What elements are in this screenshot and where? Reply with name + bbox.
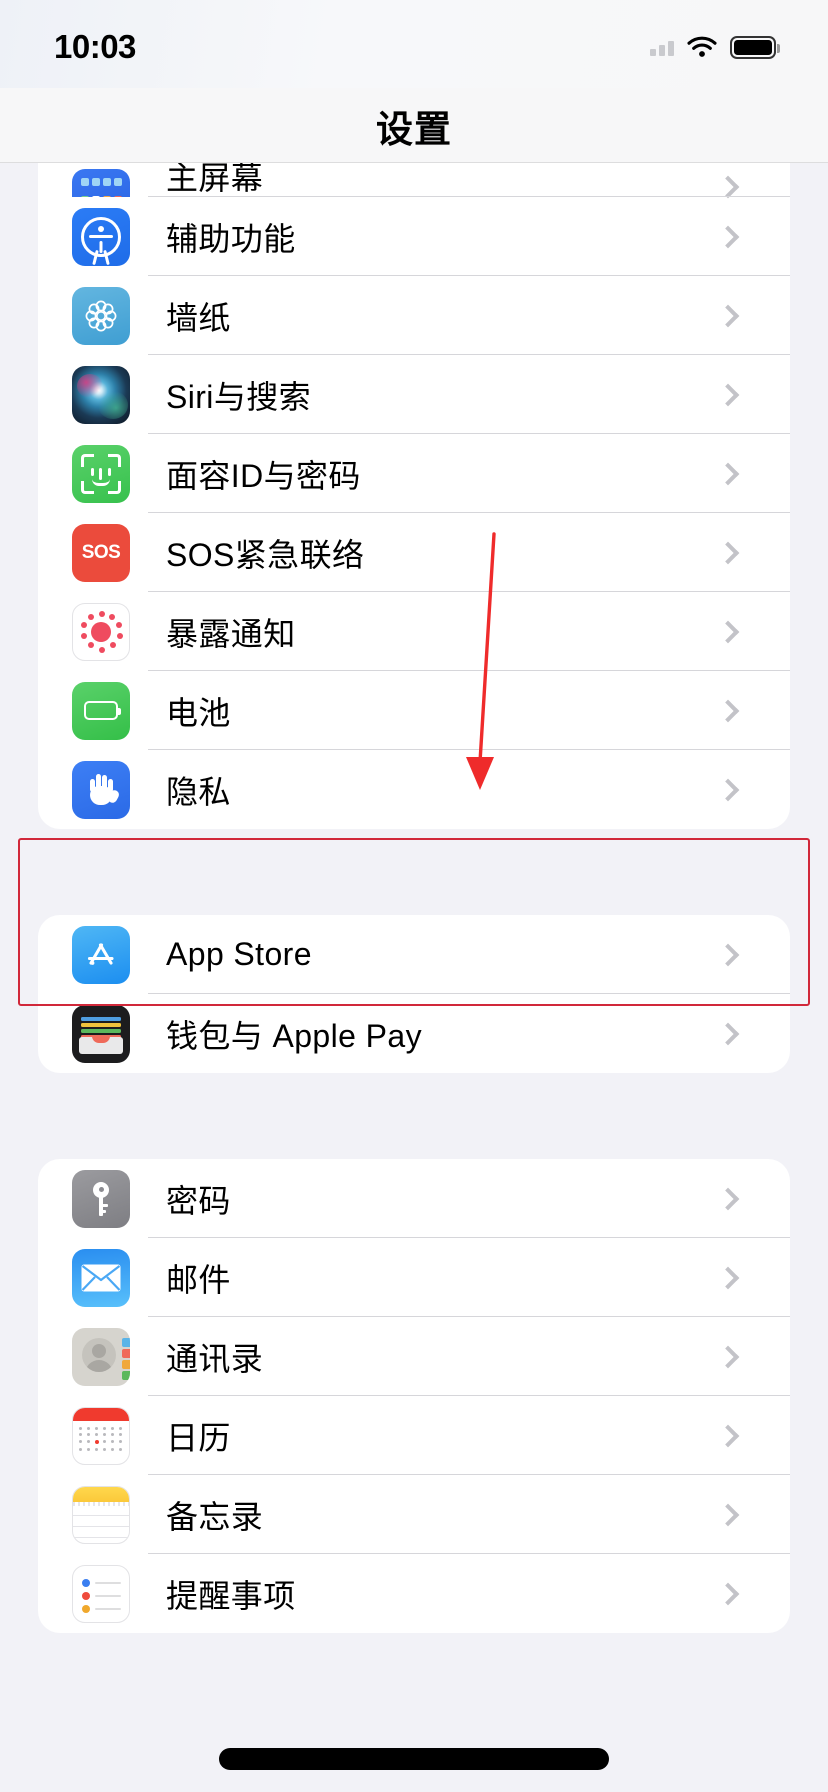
settings-row-mail[interactable]: 邮件 [38, 1238, 790, 1317]
settings-row-label: 电池 [166, 694, 231, 731]
passwords-key-icon [72, 1169, 130, 1228]
battery-settings-icon [72, 681, 130, 740]
store-section: App Store 钱包与 Apple Pay [38, 915, 790, 1073]
settings-row-label: 备忘录 [166, 1498, 264, 1535]
settings-row-privacy[interactable]: 隐私 [38, 750, 790, 829]
settings-row-app-store[interactable]: App Store [38, 915, 790, 994]
notes-icon [72, 1485, 130, 1544]
chevron-right-icon [716, 1345, 740, 1368]
settings-row-home-screen[interactable]: 主屏幕 [38, 163, 790, 199]
settings-row-exposure-notifications[interactable]: 暴露通知 [38, 592, 790, 671]
settings-row-battery[interactable]: 电池 [38, 671, 790, 750]
settings-row-label: 通讯录 [166, 1340, 264, 1377]
privacy-hand-icon [72, 760, 130, 819]
section-gap-1 [0, 829, 828, 915]
settings-row-calendar[interactable]: 日历 [38, 1396, 790, 1475]
settings-row-label: 密码 [166, 1182, 231, 1219]
wallet-icon [72, 1004, 130, 1063]
page-title: 设置 [376, 108, 452, 150]
status-bar: 10:03 [0, 0, 828, 88]
chevron-right-icon [716, 699, 740, 722]
chevron-right-icon [716, 943, 740, 966]
status-indicators [650, 30, 780, 59]
settings-row-siri[interactable]: Siri与搜索 [38, 355, 790, 434]
settings-row-label: 钱包与 Apple Pay [166, 1017, 422, 1054]
cellular-signal-icon [650, 38, 674, 56]
settings-row-label: 辅助功能 [166, 220, 296, 257]
app-store-icon [72, 925, 130, 984]
chevron-right-icon [716, 1266, 740, 1289]
calendar-icon [72, 1406, 130, 1465]
chevron-right-icon [716, 225, 740, 248]
wifi-icon [687, 36, 717, 58]
navigation-bar: 设置 [0, 88, 828, 163]
system-section: 主屏幕 辅助功能 墙纸 Siri与搜索 面容ID与密码 SOS SOS紧急联络 … [38, 163, 790, 829]
settings-row-accessibility[interactable]: 辅助功能 [38, 197, 790, 276]
chevron-right-icon [716, 304, 740, 327]
chevron-right-icon [716, 1424, 740, 1447]
chevron-right-icon [716, 620, 740, 643]
settings-row-label: Siri与搜索 [166, 378, 312, 415]
chevron-right-icon [716, 1503, 740, 1526]
settings-row-reminders[interactable]: 提醒事项 [38, 1554, 790, 1633]
battery-full-icon [730, 35, 780, 59]
contacts-icon [72, 1327, 130, 1386]
settings-row-passwords[interactable]: 密码 [38, 1159, 790, 1238]
settings-row-label: 隐私 [166, 773, 231, 810]
accessibility-icon [72, 207, 130, 266]
settings-row-label: 提醒事项 [166, 1577, 296, 1614]
nav-hairline [0, 162, 828, 163]
settings-row-notes[interactable]: 备忘录 [38, 1475, 790, 1554]
settings-row-label: 邮件 [166, 1261, 231, 1298]
settings-row-label: 日历 [166, 1419, 231, 1456]
settings-row-wallet[interactable]: 钱包与 Apple Pay [38, 994, 790, 1073]
status-time: 10:03 [54, 28, 136, 65]
chevron-right-icon [716, 462, 740, 485]
settings-row-label: 面容ID与密码 [166, 457, 361, 494]
siri-icon [72, 365, 130, 424]
settings-row-label: SOS紧急联络 [166, 536, 365, 573]
settings-row-wallpaper[interactable]: 墙纸 [38, 276, 790, 355]
apps-section: 密码 邮件 通讯录 日历 备忘录 提醒事项 [38, 1159, 790, 1633]
chevron-right-icon [716, 175, 740, 199]
exposure-notification-icon [72, 602, 130, 661]
mail-icon [72, 1248, 130, 1307]
chevron-right-icon [716, 383, 740, 406]
chevron-right-icon [716, 1187, 740, 1210]
home-screen-icon [72, 169, 130, 197]
sos-icon: SOS [72, 523, 130, 582]
face-id-icon [72, 444, 130, 503]
section-gap-2 [0, 1073, 828, 1159]
settings-row-label: App Store [166, 936, 312, 972]
settings-row-contacts[interactable]: 通讯录 [38, 1317, 790, 1396]
chevron-right-icon [716, 541, 740, 564]
settings-row-label: 暴露通知 [166, 615, 296, 652]
chevron-right-icon [716, 1582, 740, 1605]
wallpaper-icon [72, 286, 130, 345]
chevron-right-icon [716, 1022, 740, 1045]
settings-scroll-view[interactable]: 主屏幕 辅助功能 墙纸 Siri与搜索 面容ID与密码 SOS SOS紧急联络 … [0, 163, 828, 1792]
settings-row-label: 主屏幕 [166, 163, 264, 196]
home-indicator[interactable] [219, 1748, 609, 1770]
settings-row-label: 墙纸 [166, 299, 231, 336]
settings-row-face-id[interactable]: 面容ID与密码 [38, 434, 790, 513]
reminders-icon [72, 1564, 130, 1623]
settings-row-sos[interactable]: SOS SOS紧急联络 [38, 513, 790, 592]
chevron-right-icon [716, 778, 740, 801]
